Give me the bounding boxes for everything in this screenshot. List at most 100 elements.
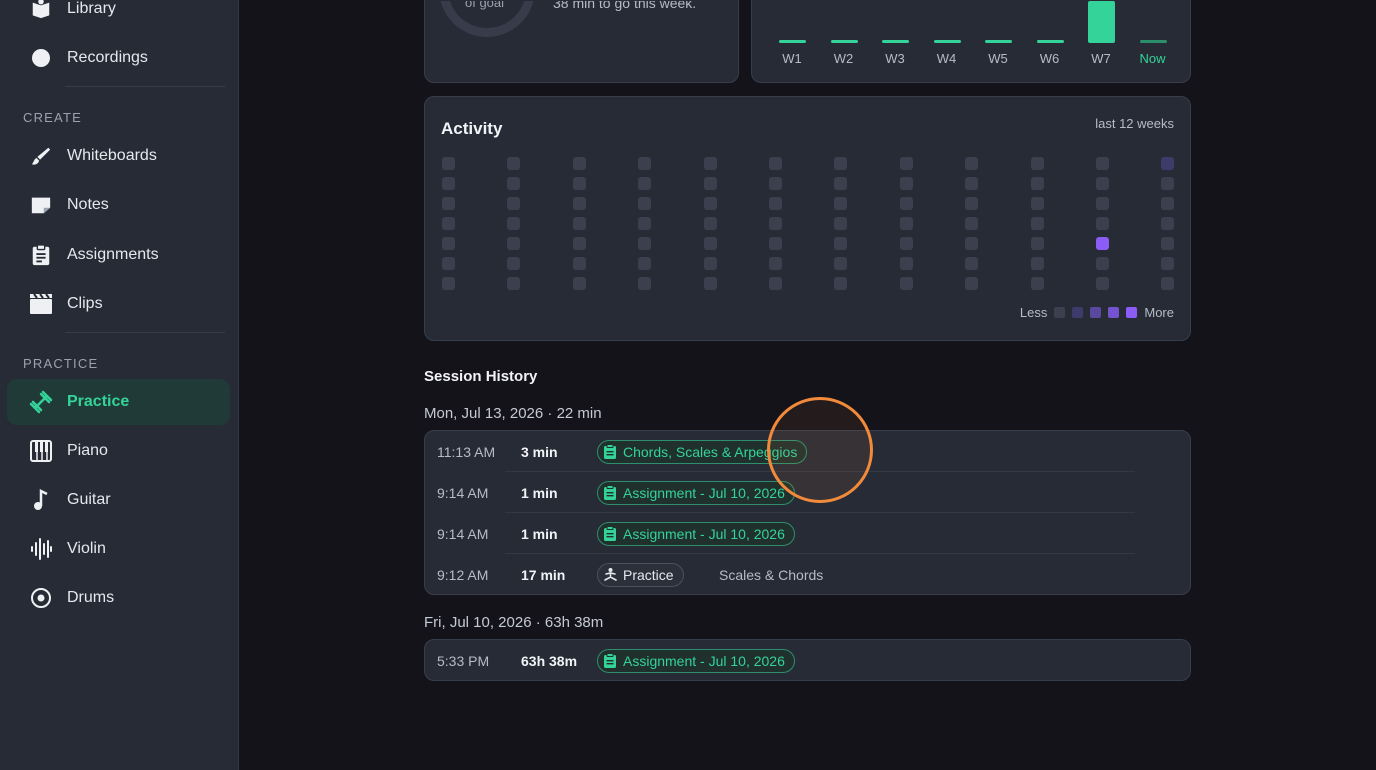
heatmap-cell[interactable] [834, 217, 848, 230]
sidebar-item-practice[interactable]: Practice [7, 379, 230, 425]
heatmap-cell[interactable] [899, 217, 913, 230]
heatmap-cell[interactable] [769, 217, 782, 230]
heatmap-cell[interactable] [442, 217, 455, 230]
heatmap-cell[interactable] [834, 277, 848, 290]
heatmap-cell[interactable] [572, 237, 586, 250]
heatmap-cell[interactable] [834, 237, 848, 250]
heatmap-cell[interactable] [638, 257, 652, 270]
heatmap-cell[interactable] [1096, 177, 1109, 190]
heatmap-cell[interactable] [1161, 217, 1175, 230]
heatmap-cell[interactable] [703, 237, 717, 250]
heatmap-cell[interactable] [572, 157, 586, 170]
heatmap-cell[interactable] [638, 277, 652, 290]
heatmap-cell[interactable] [703, 197, 717, 210]
heatmap-cell[interactable] [769, 197, 782, 210]
heatmap-cell[interactable] [1161, 277, 1175, 290]
heatmap-cell[interactable] [1161, 257, 1175, 270]
session-tag-assignment[interactable]: Assignment - Jul 10, 2026 [597, 480, 795, 505]
heatmap-cell[interactable] [638, 237, 652, 250]
heatmap-cell[interactable] [899, 157, 913, 170]
heatmap-cell[interactable] [769, 237, 782, 250]
heatmap-cell[interactable] [442, 197, 455, 210]
session-tag-assignment[interactable]: Assignment - Jul 10, 2026 [597, 648, 795, 673]
heatmap-cell[interactable] [965, 277, 979, 290]
heatmap-cell[interactable] [703, 217, 717, 230]
sidebar-item-recordings[interactable]: Recordings [7, 35, 230, 81]
heatmap-cell[interactable] [507, 217, 521, 230]
heatmap-cell[interactable] [507, 237, 521, 250]
heatmap-cell[interactable] [1030, 157, 1044, 170]
heatmap-cell[interactable] [1030, 177, 1044, 190]
heatmap-cell[interactable] [507, 277, 521, 290]
heatmap-cell[interactable] [1161, 197, 1175, 210]
heatmap-cell[interactable] [1030, 277, 1044, 290]
heatmap-cell[interactable] [899, 197, 913, 210]
heatmap-cell[interactable] [1096, 257, 1109, 270]
heatmap-cell[interactable] [1096, 237, 1109, 250]
heatmap-cell[interactable] [769, 157, 782, 170]
heatmap-cell[interactable] [965, 217, 979, 230]
heatmap-cell[interactable] [638, 197, 652, 210]
heatmap-cell[interactable] [507, 197, 521, 210]
heatmap-cell[interactable] [899, 277, 913, 290]
heatmap-cell[interactable] [638, 177, 652, 190]
heatmap-cell[interactable] [572, 257, 586, 270]
heatmap-cell[interactable] [1096, 157, 1109, 170]
heatmap-cell[interactable] [965, 197, 979, 210]
heatmap-cell[interactable] [834, 157, 848, 170]
session-tag-practice[interactable]: Practice [597, 562, 684, 587]
heatmap-cell[interactable] [572, 177, 586, 190]
heatmap-cell[interactable] [1161, 177, 1175, 190]
heatmap-cell[interactable] [965, 257, 979, 270]
heatmap-cell[interactable] [899, 257, 913, 270]
heatmap-cell[interactable] [1030, 237, 1044, 250]
heatmap-cell[interactable] [703, 277, 717, 290]
heatmap-cell[interactable] [1161, 237, 1175, 250]
sidebar-item-drums[interactable]: Drums [7, 575, 230, 621]
heatmap-cell[interactable] [1030, 257, 1044, 270]
heatmap-cell[interactable] [965, 237, 979, 250]
heatmap-cell[interactable] [572, 197, 586, 210]
heatmap-cell[interactable] [703, 177, 717, 190]
session-tag-assignment[interactable]: Assignment - Jul 10, 2026 [597, 521, 795, 546]
heatmap-cell[interactable] [442, 237, 455, 250]
heatmap-cell[interactable] [442, 157, 455, 170]
sidebar-item-piano[interactable]: Piano [7, 428, 230, 474]
heatmap-cell[interactable] [1030, 197, 1044, 210]
heatmap-cell[interactable] [899, 237, 913, 250]
heatmap-cell[interactable] [1096, 277, 1109, 290]
heatmap-cell[interactable] [572, 217, 586, 230]
sidebar-item-clips[interactable]: Clips [7, 281, 230, 327]
sidebar-item-assignments[interactable]: Assignments [7, 232, 230, 278]
heatmap-cell[interactable] [638, 217, 652, 230]
heatmap-cell[interactable] [834, 257, 848, 270]
sidebar-item-guitar[interactable]: Guitar [7, 477, 230, 523]
session-row[interactable]: 9:14 AM 1 min Assignment - Jul 10, 2026 [425, 513, 1191, 554]
sidebar-item-whiteboards[interactable]: Whiteboards [7, 133, 230, 179]
heatmap-cell[interactable] [1030, 217, 1044, 230]
heatmap-cell[interactable] [1161, 157, 1175, 170]
heatmap-cell[interactable] [769, 177, 782, 190]
heatmap-cell[interactable] [507, 157, 521, 170]
heatmap-cell[interactable] [899, 177, 913, 190]
heatmap-cell[interactable] [769, 257, 782, 270]
heatmap-cell[interactable] [769, 277, 782, 290]
heatmap-cell[interactable] [442, 277, 455, 290]
heatmap-cell[interactable] [572, 277, 586, 290]
heatmap-cell[interactable] [965, 157, 979, 170]
heatmap-cell[interactable] [507, 177, 521, 190]
heatmap-cell[interactable] [703, 157, 717, 170]
heatmap-cell[interactable] [703, 257, 717, 270]
heatmap-cell[interactable] [1096, 217, 1109, 230]
sidebar-item-library[interactable]: Library [7, 0, 230, 32]
heatmap-cell[interactable] [638, 157, 652, 170]
sidebar-item-notes[interactable]: Notes [7, 182, 230, 228]
session-row[interactable]: 5:33 PM 63h 38m Assignment - Jul 10, 202… [425, 640, 1191, 681]
heatmap-cell[interactable] [442, 177, 455, 190]
heatmap-cell[interactable] [834, 177, 848, 190]
heatmap-cell[interactable] [442, 257, 455, 270]
heatmap-cell[interactable] [965, 177, 979, 190]
heatmap-cell[interactable] [1096, 197, 1109, 210]
sidebar-item-violin[interactable]: Violin [7, 526, 230, 572]
session-row[interactable]: 9:12 AM 17 min Practice Scales & Chords [425, 554, 1191, 595]
